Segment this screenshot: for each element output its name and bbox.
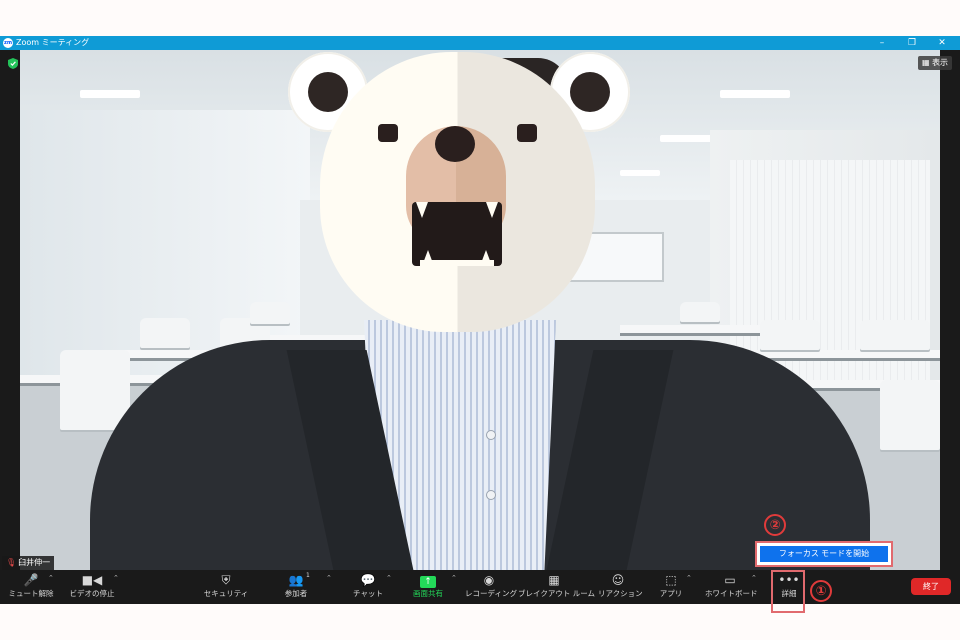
apps-icon: ⬚ [665, 573, 677, 587]
title-bar: zm Zoom ミーティング – ❐ ✕ [0, 36, 960, 50]
share-screen-icon: ↑ [408, 572, 448, 588]
muted-mic-icon: 🎙 [6, 558, 17, 567]
participants-button[interactable]: 👥 参加者 [275, 572, 317, 602]
maximize-button[interactable]: ❐ [902, 36, 922, 50]
video-feed [20, 50, 940, 570]
apps-label: アプリ [659, 589, 683, 598]
step-2-marker: ② [764, 514, 786, 536]
ceiling-light [80, 90, 140, 98]
chair [880, 380, 940, 450]
participant-name: 臼井伸一 [18, 558, 51, 567]
grid-icon: ▦ [921, 58, 930, 67]
reactions-label: リアクション [598, 589, 643, 598]
share-options-caret[interactable]: ⌃ [451, 574, 457, 582]
bear-lower-teeth [420, 260, 494, 266]
more-menu-popup: フォーカス モードを開始 [755, 541, 893, 567]
audio-options-caret[interactable]: ⌃ [48, 574, 54, 582]
chair [60, 350, 130, 430]
bear-nose [435, 126, 475, 162]
security-shield-icon: ⛨ [221, 573, 231, 587]
record-icon: ◉ [483, 573, 495, 587]
breakout-rooms-icon: ▦ [548, 573, 560, 587]
reactions-button[interactable]: ☺ リアクション [598, 572, 643, 602]
chat-bubble-icon: 💬 [360, 573, 376, 587]
participants-icon: 👥 [288, 573, 304, 587]
zoom-meeting-window: zm Zoom ミーティング – ❐ ✕ ▦ 表示 🎙 臼井伸一 フォーカス モ… [0, 36, 960, 604]
view-button-label: 表示 [932, 58, 949, 67]
apps-options-caret[interactable]: ⌃ [686, 574, 692, 582]
bear-ear-inner [570, 72, 610, 112]
shirt-button [486, 490, 496, 500]
encryption-shield-icon[interactable] [8, 58, 18, 69]
chat-options-caret[interactable]: ⌃ [386, 574, 392, 582]
video-options-caret[interactable]: ⌃ [113, 574, 119, 582]
bear-eye [517, 124, 537, 142]
chair [760, 320, 820, 350]
unmute-label: ミュート解除 [8, 589, 54, 598]
participants-label: 参加者 [284, 589, 308, 598]
start-focus-mode-button[interactable]: フォーカス モードを開始 [760, 546, 888, 562]
chat-label: チャット [353, 589, 383, 598]
stop-video-button[interactable]: ■◀ ビデオの停止 [66, 572, 118, 602]
bear-ear-inner [308, 72, 348, 112]
bear-mouth [412, 202, 502, 266]
step-1-marker: ① [810, 580, 832, 602]
more-button-highlight [771, 570, 805, 613]
bear-face-mask [282, 50, 632, 350]
participants-options-caret[interactable]: ⌃ [326, 574, 332, 582]
apps-button[interactable]: ⬚ アプリ [657, 572, 685, 602]
bear-head [320, 52, 595, 332]
chair [680, 302, 720, 322]
video-camera-icon: ■◀ [81, 573, 103, 587]
security-label: セキュリティ [203, 589, 249, 598]
security-button[interactable]: ⛨ セキュリティ [203, 572, 249, 602]
breakout-rooms-label: ブレイクアウト ルーム [518, 589, 596, 598]
stop-video-label: ビデオの停止 [69, 589, 115, 598]
participants-count: 1 [306, 572, 310, 579]
shirt-button [486, 430, 496, 440]
whiteboard-label: ホワイトボード [705, 589, 758, 598]
ceiling-light [720, 90, 790, 98]
view-layout-button[interactable]: ▦ 表示 [918, 56, 952, 70]
close-button[interactable]: ✕ [932, 36, 952, 50]
whiteboard-button[interactable]: ▭ ホワイトボード [705, 572, 758, 602]
minimize-button[interactable]: – [872, 36, 892, 50]
recording-label: レコーディング [465, 589, 517, 598]
share-screen-button[interactable]: ↑ 画面共有 [408, 572, 448, 602]
share-screen-label: 画面共有 [413, 589, 443, 598]
breakout-rooms-button[interactable]: ▦ ブレイクアウト ルーム [518, 572, 596, 602]
zoom-logo-icon: zm [3, 38, 13, 48]
bear-tooth [486, 202, 498, 218]
participant-name-label: 🎙 臼井伸一 [2, 556, 55, 570]
chair [140, 318, 190, 348]
whiteboard-options-caret[interactable]: ⌃ [751, 574, 757, 582]
bear-eye [378, 124, 398, 142]
chair [860, 320, 930, 350]
chat-button[interactable]: 💬 チャット [348, 572, 388, 602]
window-title: Zoom ミーティング [16, 38, 90, 47]
whiteboard-icon: ▭ [724, 573, 736, 587]
end-meeting-button[interactable]: 終了 [911, 578, 951, 595]
recording-button[interactable]: ◉ レコーディング [465, 572, 517, 602]
reaction-emoji-icon: ☺ [611, 573, 625, 587]
bear-tooth [416, 202, 428, 218]
